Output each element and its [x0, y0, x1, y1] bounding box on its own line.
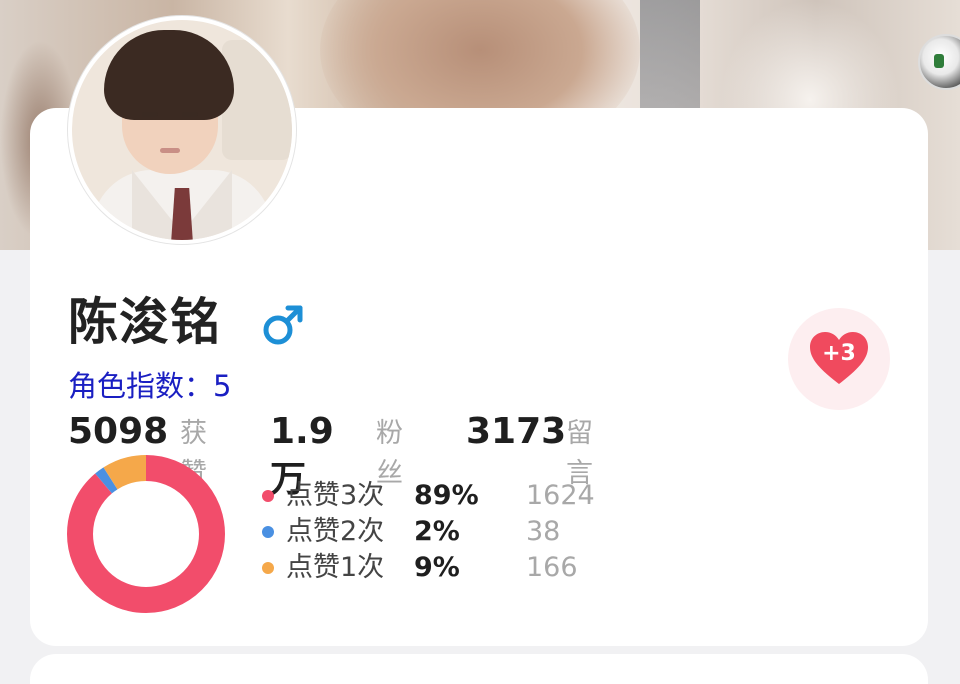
legend-count: 166 [526, 552, 578, 583]
legend-row: 点赞3次 89% 1624 [262, 478, 662, 514]
donut-slice-1 [67, 455, 225, 613]
like-button-label: +3 [822, 341, 856, 366]
legend-percent: 2% [414, 516, 460, 547]
likes-count: 5098 [68, 411, 169, 452]
avatar[interactable] [68, 16, 296, 244]
next-card [30, 654, 928, 684]
like-button[interactable]: +3 [788, 308, 890, 410]
likes-donut-chart [67, 455, 225, 613]
legend-row: 点赞1次 9% 166 [262, 550, 662, 586]
legend-row: 点赞2次 2% 38 [262, 514, 662, 550]
legend-dot [262, 526, 274, 538]
legend-dot [262, 490, 274, 502]
profile-name: 陈浚铭 [68, 293, 221, 351]
legend-label: 点赞3次 [286, 480, 385, 511]
legend-dot [262, 562, 274, 574]
legend-label: 点赞1次 [286, 552, 385, 583]
role-index: 角色指数：5 [68, 369, 232, 403]
legend-count: 1624 [526, 480, 595, 511]
profile-card: 陈浚铭 角色指数：5 5098 获赞 1.9万 粉丝 3173 留言 +3 点赞… [30, 16, 928, 646]
legend-label: 点赞2次 [286, 516, 385, 547]
legend-percent: 89% [414, 480, 479, 511]
legend-percent: 9% [414, 552, 460, 583]
corner-avatar[interactable] [918, 34, 960, 90]
male-icon [263, 305, 303, 345]
comments-count[interactable]: 3173 [466, 408, 566, 456]
legend-count: 38 [526, 516, 561, 547]
